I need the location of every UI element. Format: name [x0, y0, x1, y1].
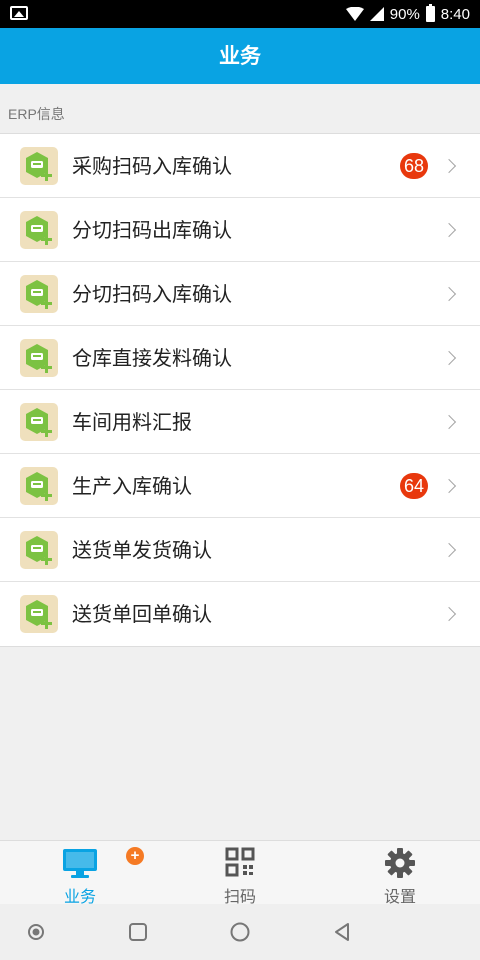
section-label: ERP信息 — [8, 106, 65, 122]
chevron-right-icon — [441, 286, 457, 302]
status-bar: 90% 8:40 — [0, 0, 480, 28]
list-item-slit-scan-outbound[interactable]: 分切扫码出库确认 — [0, 198, 480, 262]
image-notification-icon — [10, 6, 28, 20]
chevron-right-icon — [441, 542, 457, 558]
count-badge: 64 — [400, 473, 428, 499]
tab-business[interactable]: + 业务 — [0, 841, 160, 906]
list-item-workshop-material-report[interactable]: 车间用料汇报 — [0, 390, 480, 454]
chevron-right-icon — [441, 350, 457, 366]
list-item-slit-scan-inbound[interactable]: 分切扫码入库确认 — [0, 262, 480, 326]
erp-module-icon — [20, 339, 58, 377]
back-button[interactable] — [328, 918, 356, 946]
list-item-label: 分切扫码出库确认 — [72, 218, 232, 242]
tab-scan[interactable]: 扫码 — [160, 841, 320, 906]
monitor-icon — [63, 849, 97, 878]
home-button[interactable] — [226, 918, 254, 946]
list-item-delivery-shipment[interactable]: 送货单发货确认 — [0, 518, 480, 582]
list-item-label: 生产入库确认 — [72, 474, 192, 498]
list-item-label: 仓库直接发料确认 — [72, 346, 232, 370]
erp-module-icon — [20, 531, 58, 569]
list-item-label: 送货单回单确认 — [72, 602, 212, 626]
erp-module-icon — [20, 275, 58, 313]
tab-settings[interactable]: 设置 — [320, 841, 480, 906]
battery-percent: 90% — [389, 5, 420, 23]
chevron-right-icon — [441, 158, 457, 174]
list-item-delivery-receipt[interactable]: 送货单回单确认 — [0, 582, 480, 646]
qr-code-icon — [225, 847, 255, 877]
count-badge: 68 — [400, 153, 428, 179]
system-nav-bar — [0, 904, 480, 960]
list-item-label: 车间用料汇报 — [72, 410, 192, 434]
chevron-right-icon — [441, 414, 457, 430]
clock: 8:40 — [440, 5, 470, 23]
list-item-label: 分切扫码入库确认 — [72, 282, 232, 306]
status-indicators: 90% 8:40 — [345, 4, 470, 24]
list-item-label: 采购扫码入库确认 — [72, 154, 232, 178]
chevron-right-icon — [441, 222, 457, 238]
page-title: 业务 — [0, 28, 480, 84]
erp-module-icon — [20, 595, 58, 633]
recents-button[interactable] — [124, 918, 152, 946]
list-item-production-inbound[interactable]: 生产入库确认 64 — [0, 454, 480, 518]
dot-icon[interactable] — [22, 918, 50, 946]
erp-menu-list: 采购扫码入库确认 68 分切扫码出库确认 分切扫码入库确认 仓库直接发料确认 车… — [0, 133, 480, 647]
notification-dot: + — [126, 847, 144, 865]
signal-icon — [369, 7, 384, 21]
erp-module-icon — [20, 467, 58, 505]
list-item-label: 送货单发货确认 — [72, 538, 212, 562]
erp-module-icon — [20, 147, 58, 185]
wifi-icon — [345, 7, 364, 21]
list-item-purchase-scan-inbound[interactable]: 采购扫码入库确认 68 — [0, 134, 480, 198]
erp-module-icon — [20, 211, 58, 249]
bottom-tab-bar: + 业务 扫码 设置 — [0, 840, 480, 906]
list-item-warehouse-direct-issue[interactable]: 仓库直接发料确认 — [0, 326, 480, 390]
battery-icon — [425, 4, 435, 22]
chevron-right-icon — [441, 478, 457, 494]
erp-module-icon — [20, 403, 58, 441]
chevron-right-icon — [441, 606, 457, 622]
gear-icon — [385, 848, 415, 878]
